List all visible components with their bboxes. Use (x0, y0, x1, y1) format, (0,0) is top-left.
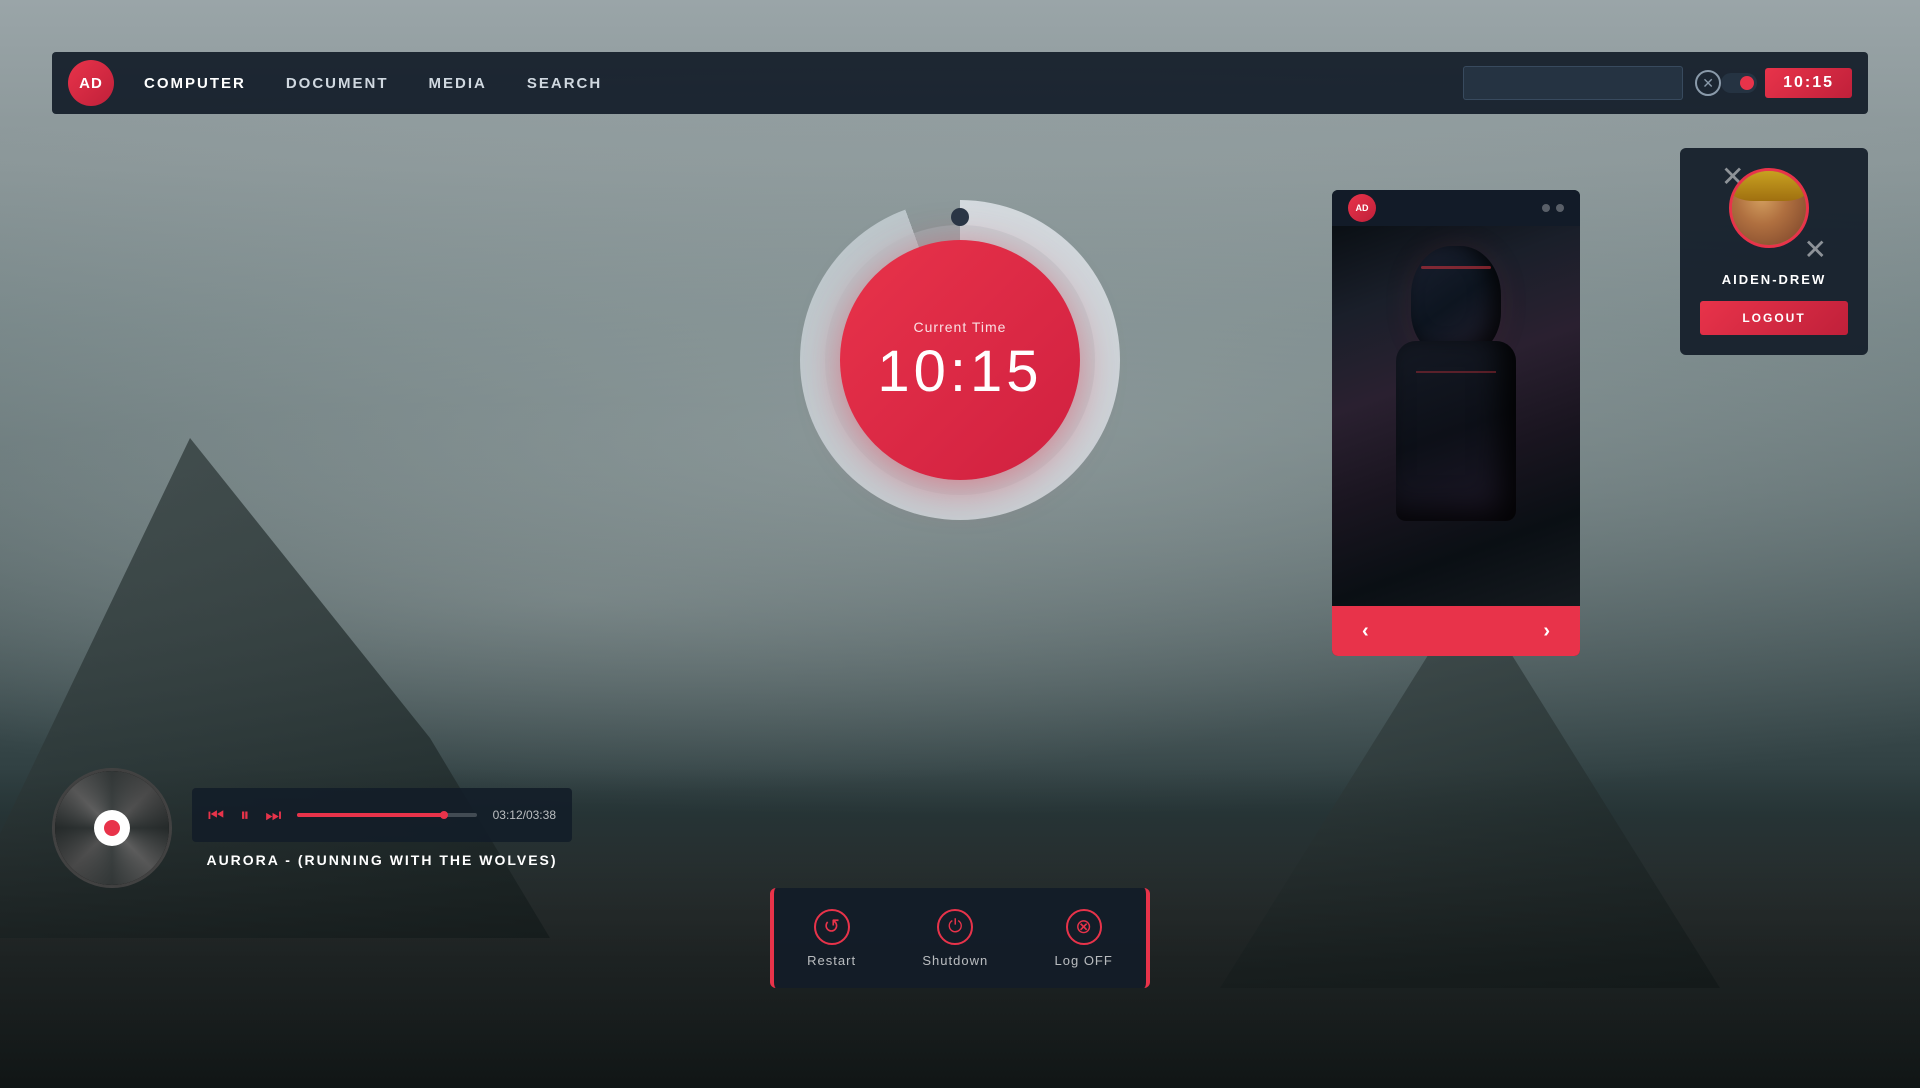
logoff-label: Log OFF (1055, 953, 1113, 968)
armor-head (1411, 246, 1501, 356)
viewer-dots (1542, 204, 1564, 212)
shutdown-label: Shutdown (922, 953, 988, 968)
clock-widget: Current Time 10:15 (790, 190, 1130, 530)
close-icon: ✕ (1702, 75, 1714, 92)
viewer-dot-2 (1556, 204, 1564, 212)
shutdown-icon-symbol (948, 916, 962, 937)
time-toggle[interactable] (1721, 73, 1757, 93)
user-card: AIDEN-DREW LOGOUT (1680, 148, 1868, 355)
viewer-nav: ‹ › (1332, 606, 1580, 656)
nav-items: COMPUTER DOCUMENT MEDIA SEARCH (144, 75, 1443, 92)
armor-body (1396, 341, 1516, 521)
search-close-button[interactable]: ✕ (1695, 70, 1721, 96)
search-input[interactable] (1463, 66, 1683, 100)
user-name: AIDEN-DREW (1722, 272, 1827, 287)
nav-item-computer[interactable]: COMPUTER (144, 75, 246, 92)
restart-label: Restart (807, 953, 856, 968)
logoff-button[interactable]: Log OFF (1035, 899, 1133, 978)
nav-item-media[interactable]: MEDIA (429, 75, 487, 92)
avatar-hair (1732, 171, 1806, 201)
album-center (104, 820, 120, 836)
pause-button[interactable]: ⏸ (240, 805, 249, 826)
album-inner (94, 810, 130, 846)
search-area: ✕ (1463, 66, 1721, 100)
clock-dot (951, 208, 969, 226)
user-avatar-container (1729, 168, 1819, 258)
logoff-icon-symbol (1075, 914, 1092, 939)
progress-thumb (440, 811, 448, 819)
viewer-logo: AD (1348, 194, 1376, 222)
clock-label: Current Time (914, 319, 1007, 335)
armor-figure (1366, 246, 1546, 606)
restart-icon-symbol (823, 914, 840, 939)
clock-time: 10:15 (877, 343, 1042, 401)
time-display: 10:15 (1721, 68, 1852, 98)
logo-text: AD (79, 75, 103, 92)
viewer-dot-1 (1542, 204, 1550, 212)
logout-button[interactable]: LOGOUT (1700, 301, 1848, 335)
progress-bar[interactable] (297, 813, 476, 817)
user-avatar (1729, 168, 1809, 248)
clock-inner-bg: Current Time 10:15 (825, 225, 1095, 495)
restart-button[interactable]: Restart (787, 899, 876, 978)
viewer-image (1332, 226, 1580, 606)
viewer-logo-text: AD (1356, 203, 1369, 213)
clock-outer-ring: Current Time 10:15 (800, 200, 1120, 520)
restart-icon (814, 909, 850, 945)
power-menu: Restart Shutdown Log OFF (770, 888, 1150, 988)
viewer-prev-button[interactable]: ‹ (1362, 620, 1369, 643)
time-dot (1740, 76, 1754, 90)
clock-face: Current Time 10:15 (840, 240, 1080, 480)
logo-button[interactable]: AD (68, 60, 114, 106)
logoff-icon (1066, 909, 1102, 945)
avatar-face (1732, 171, 1806, 245)
forward-button[interactable]: ⏭ (265, 805, 281, 826)
nav-item-document[interactable]: DOCUMENT (286, 75, 389, 92)
player-controls-area: ⏮ ⏸ ⏭ 03:12/03:38 AURORA - (RUNNING WITH… (192, 788, 572, 868)
time-counter: 03:12/03:38 (493, 808, 556, 822)
album-art (52, 768, 172, 888)
media-player: ⏮ ⏸ ⏭ 03:12/03:38 AURORA - (RUNNING WITH… (52, 768, 572, 888)
nav-item-search[interactable]: SEARCH (527, 75, 602, 92)
shutdown-icon (937, 909, 973, 945)
time-badge: 10:15 (1765, 68, 1852, 98)
track-title: AURORA - (RUNNING WITH THE WOLVES) (192, 852, 572, 868)
progress-fill (297, 813, 444, 817)
player-controls: ⏮ ⏸ ⏭ 03:12/03:38 (192, 788, 572, 842)
shutdown-button[interactable]: Shutdown (902, 899, 1008, 978)
viewer-next-button[interactable]: › (1543, 620, 1550, 643)
image-viewer: AD ‹ › (1332, 190, 1580, 656)
rewind-button[interactable]: ⏮ (208, 805, 224, 826)
viewer-header: AD (1332, 190, 1580, 226)
top-navigation: AD COMPUTER DOCUMENT MEDIA SEARCH ✕ 10:1… (52, 52, 1868, 114)
